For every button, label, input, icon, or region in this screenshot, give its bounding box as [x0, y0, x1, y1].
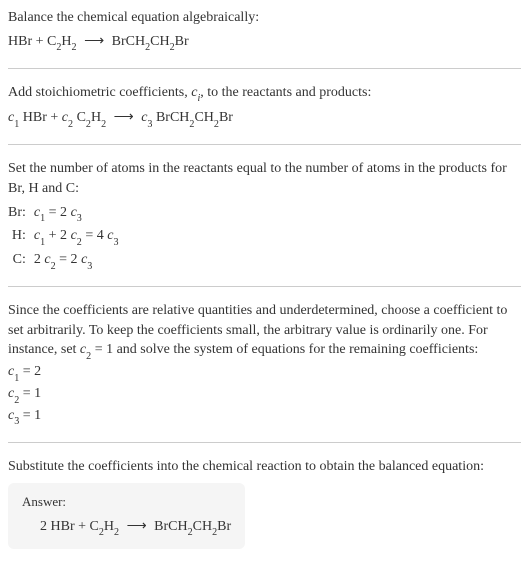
sp-br: Br: [219, 110, 233, 125]
result-c3: c3 = 1: [8, 406, 521, 428]
subscript-2: 2: [86, 119, 91, 130]
bal-c: C: [90, 519, 99, 534]
c-sub: 3: [113, 237, 118, 248]
divider: [8, 68, 521, 69]
c-sub: 1: [14, 373, 19, 384]
plus-sign: +: [75, 519, 90, 534]
subscript-2: 2: [101, 119, 106, 130]
sp-brch: BrCH: [152, 110, 189, 125]
bal-h: H: [104, 519, 114, 534]
arrow-icon: ⟶: [127, 517, 147, 537]
reactant-hbr: HBr: [8, 34, 32, 49]
divider: [8, 442, 521, 443]
c-sub: 2: [77, 237, 82, 248]
bal-hbr: 2 HBr: [40, 519, 75, 534]
result-c1: c1 = 2: [8, 362, 521, 384]
eq-val: = 1: [19, 408, 41, 423]
divider: [8, 144, 521, 145]
c-var: c: [71, 228, 77, 243]
eq-val: = 1: [19, 386, 41, 401]
bal-ch: CH: [193, 519, 212, 534]
c-sub: 2: [86, 351, 91, 362]
sp-ch: CH: [194, 110, 213, 125]
text-part: Add stoichiometric coefficients,: [8, 85, 191, 100]
subscript-2: 2: [145, 42, 150, 53]
balance-instruction: Set the number of atoms in the reactants…: [8, 159, 521, 198]
balanced-equation: 2 HBr + C2H2 ⟶ BrCH2CH2Br: [22, 517, 231, 539]
divider: [8, 286, 521, 287]
row-label-c: C:: [8, 250, 26, 272]
coeff-sub-i: i: [197, 93, 200, 104]
subscript-2: 2: [214, 119, 219, 130]
eq-text: = 4: [82, 228, 107, 243]
reactant-c2h2-h: H: [61, 34, 71, 49]
c-sub: 2: [14, 395, 19, 406]
product-ch: CH: [150, 34, 169, 49]
c-sub: 3: [77, 213, 82, 224]
text-part: = 1 and solve the system of equations fo…: [91, 342, 478, 357]
section-answer: Substitute the coefficients into the che…: [8, 457, 521, 549]
c-sub: 3: [14, 416, 19, 427]
product-br: Br: [175, 34, 189, 49]
section-solve: Since the coefficients are relative quan…: [8, 301, 521, 428]
c2-sub: 2: [68, 119, 73, 130]
reactant-c2h2-c: C: [47, 34, 56, 49]
eq-text: = 2: [56, 252, 81, 267]
row-eq-br: c1 = 2 c3: [34, 203, 521, 225]
product-brch: BrCH: [112, 34, 145, 49]
row-eq-h: c1 + 2 c2 = 4 c3: [34, 226, 521, 248]
c-sub: 3: [87, 261, 92, 272]
subscript-2: 2: [188, 527, 193, 538]
sp-hbr: HBr: [19, 110, 47, 125]
bal-br: Br: [217, 519, 231, 534]
subscript-2: 2: [170, 42, 175, 53]
unbalanced-equation: HBr + C2H2 ⟶ BrCH2CH2Br: [8, 32, 521, 54]
text-part: , to the reactants and products:: [200, 85, 371, 100]
subscript-2: 2: [212, 527, 217, 538]
c-var: c: [71, 205, 77, 220]
subscript-2: 2: [72, 42, 77, 53]
eq-text: + 2: [45, 228, 70, 243]
c-var: c: [44, 252, 50, 267]
eq-val: = 2: [19, 364, 41, 379]
answer-instruction: Substitute the coefficients into the che…: [8, 457, 521, 477]
c-sub: 2: [51, 261, 56, 272]
subscript-2: 2: [56, 42, 61, 53]
instruction-text: Balance the chemical equation algebraica…: [8, 8, 521, 28]
c1-sub: 1: [14, 119, 19, 130]
eq-text: = 2: [45, 205, 70, 220]
arrow-icon: ⟶: [114, 108, 134, 128]
section-atom-balance: Set the number of atoms in the reactants…: [8, 159, 521, 272]
result-c2: c2 = 1: [8, 384, 521, 406]
coeff-instruction: Add stoichiometric coefficients, ci, to …: [8, 83, 521, 105]
row-label-h: H:: [8, 226, 26, 248]
sp-c: C: [73, 110, 86, 125]
answer-box: Answer: 2 HBr + C2H2 ⟶ BrCH2CH2Br: [8, 483, 245, 549]
c3-sub: 3: [147, 119, 152, 130]
c-sub: 1: [40, 237, 45, 248]
stoich-equation: c1 HBr + c2 C2H2 ⟶ c3 BrCH2CH2Br: [8, 108, 521, 130]
answer-label: Answer:: [22, 493, 231, 511]
balance-table: Br: c1 = 2 c3 H: c1 + 2 c2 = 4 c3 C: 2 c…: [8, 203, 521, 273]
solve-instruction: Since the coefficients are relative quan…: [8, 301, 521, 362]
subscript-2: 2: [99, 527, 104, 538]
subscript-2: 2: [114, 527, 119, 538]
plus-sign: +: [32, 34, 47, 49]
row-label-br: Br:: [8, 203, 26, 225]
section-coefficients: Add stoichiometric coefficients, ci, to …: [8, 83, 521, 131]
c-sub: 1: [40, 213, 45, 224]
row-eq-c: 2 c2 = 2 c3: [34, 250, 521, 272]
sp-h: H: [91, 110, 101, 125]
subscript-2: 2: [189, 119, 194, 130]
plus-sign: +: [47, 110, 62, 125]
section-instruction: Balance the chemical equation algebraica…: [8, 8, 521, 54]
eq-text: 2: [34, 252, 45, 267]
bal-brch: BrCH: [154, 519, 187, 534]
arrow-icon: ⟶: [84, 32, 104, 52]
